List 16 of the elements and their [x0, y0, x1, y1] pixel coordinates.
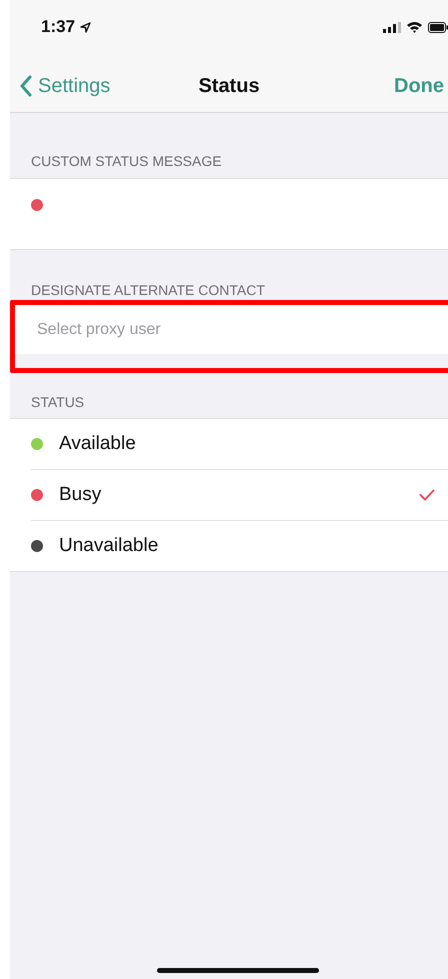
status-option[interactable]: Unavailable: [31, 520, 448, 571]
section-header: DESIGNATE ALTERNATE CONTACT: [31, 282, 265, 298]
battery-icon: [428, 22, 448, 32]
screen-title: Status: [198, 74, 260, 98]
section-header: CUSTOM STATUS MESSAGE: [31, 153, 222, 169]
status-option[interactable]: Busy: [31, 469, 448, 520]
home-indicator[interactable]: [157, 968, 319, 973]
chevron-left-icon: [20, 75, 32, 97]
status-time: 1:37: [41, 17, 76, 37]
signal-icon: [383, 22, 401, 32]
proxy-user-field[interactable]: Select proxy user: [15, 305, 448, 354]
status-option[interactable]: Available: [10, 419, 448, 469]
wifi-icon: [406, 21, 423, 33]
status-message-field[interactable]: [10, 179, 448, 250]
section-header: STATUS: [31, 394, 84, 410]
location-arrow-icon: [80, 22, 92, 32]
